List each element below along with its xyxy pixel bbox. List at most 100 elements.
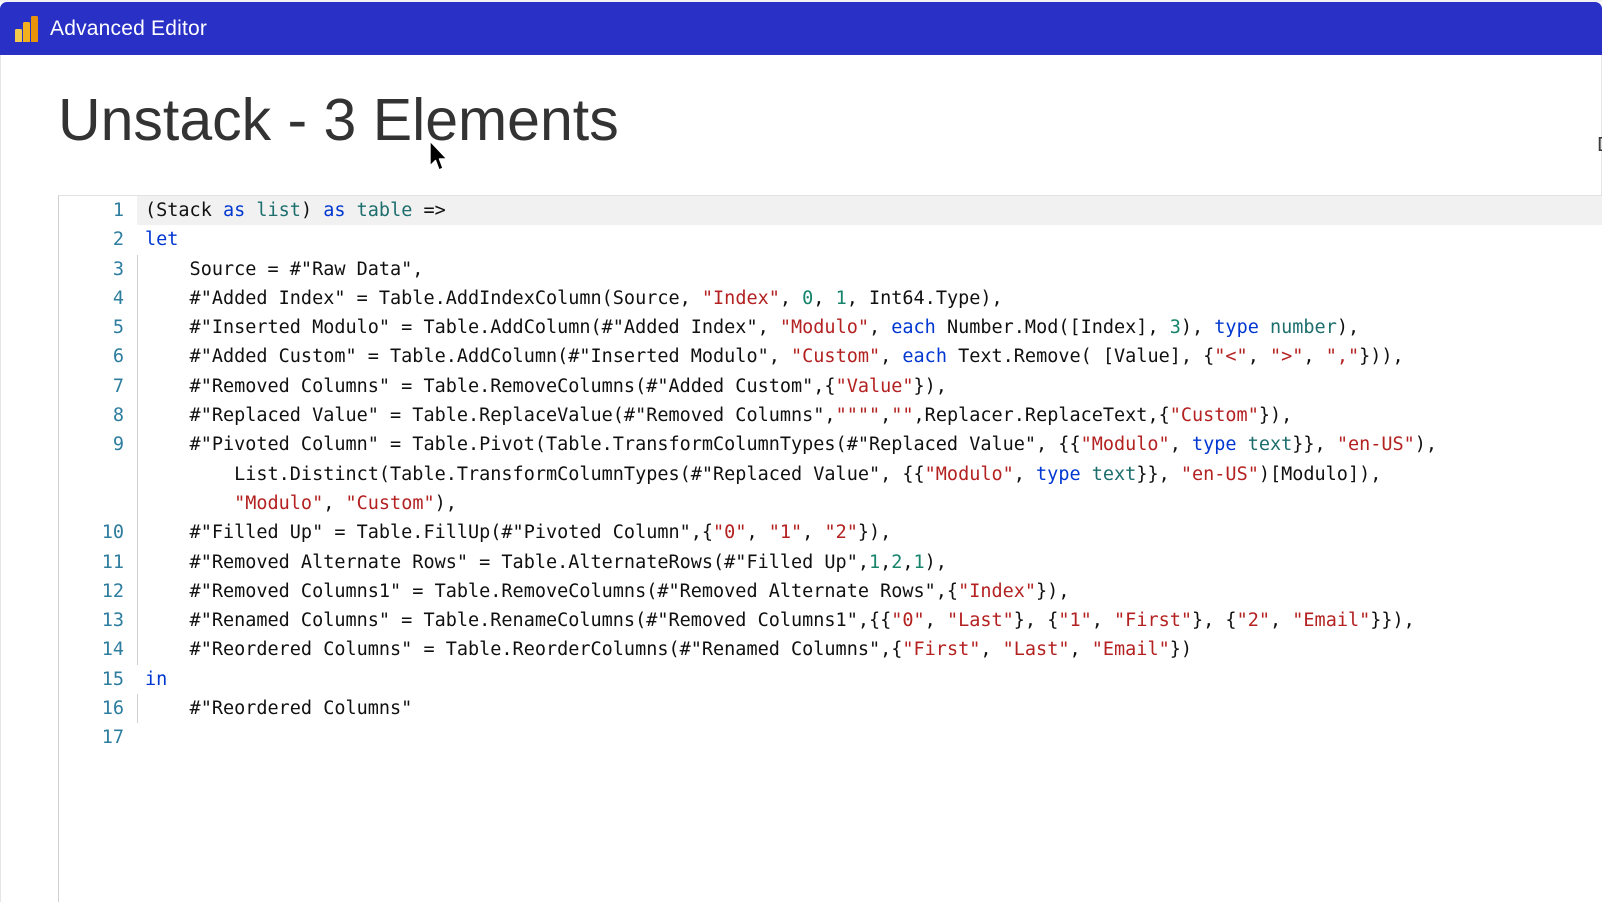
code-line[interactable]: 9 #"Pivoted Column" = Table.Pivot(Table.… bbox=[59, 430, 1602, 519]
code-line-text[interactable]: #"Removed Columns1" = Table.RemoveColumn… bbox=[137, 576, 1602, 607]
line-number: 6 bbox=[112, 346, 124, 368]
code-token: "Custom" bbox=[1169, 405, 1259, 427]
code-token: , bbox=[1069, 639, 1092, 661]
code-token: 1 bbox=[835, 287, 847, 309]
code-token: , bbox=[880, 405, 892, 427]
code-line[interactable]: 2 let bbox=[59, 225, 1602, 254]
code-line[interactable]: 17 bbox=[59, 723, 1602, 752]
code-token: "1" bbox=[768, 522, 803, 544]
code-token: "Email" bbox=[1292, 610, 1371, 632]
code-line[interactable]: 7 #"Removed Columns" = Table.RemoveColum… bbox=[59, 371, 1602, 402]
code-line-text[interactable] bbox=[137, 723, 1602, 752]
code-token: ), bbox=[434, 492, 457, 514]
code-token: "Modulo" bbox=[779, 317, 869, 339]
code-token: "Modulo" bbox=[924, 463, 1014, 485]
code-token: ), bbox=[1180, 317, 1215, 339]
code-token: number bbox=[1270, 317, 1337, 339]
display-options-link[interactable]: Dis bbox=[1597, 134, 1602, 157]
code-line[interactable]: 8 #"Replaced Value" = Table.ReplaceValue… bbox=[59, 401, 1602, 431]
code-line-text[interactable]: (Stack as list) as table => bbox=[137, 196, 1602, 226]
code-line[interactable]: 3 Source = #"Raw Data", bbox=[59, 254, 1602, 284]
logo-bar-2 bbox=[23, 21, 30, 42]
code-token: })), bbox=[1359, 346, 1404, 368]
code-token: table bbox=[356, 200, 413, 221]
code-line-text[interactable]: #"Reordered Columns" = Table.ReorderColu… bbox=[137, 635, 1602, 665]
page-title: Unstack - 3 Elements bbox=[58, 87, 619, 153]
line-number: 13 bbox=[101, 610, 124, 632]
code-token: 2 bbox=[891, 551, 903, 573]
code-line-text[interactable]: Source = #"Raw Data", bbox=[137, 254, 1602, 284]
code-line-text[interactable]: #"Replaced Value" = Table.ReplaceValue(#… bbox=[137, 401, 1602, 431]
code-token: , bbox=[813, 287, 836, 309]
line-number: 10 bbox=[101, 522, 124, 544]
code-token: "en-US" bbox=[1180, 463, 1259, 485]
code-editor-content[interactable]: 1 (Stack as list) as table => 2 let 3 Source… bbox=[59, 196, 1602, 902]
code-token: "First" bbox=[1114, 610, 1193, 632]
indent-guide bbox=[137, 576, 138, 607]
code-token: list bbox=[256, 200, 301, 221]
code-line[interactable]: 4 #"Added Index" = Table.AddIndexColumn(… bbox=[59, 283, 1602, 314]
line-number: 3 bbox=[112, 258, 124, 280]
code-line-text[interactable]: #"Added Custom" = Table.AddColumn(#"Inse… bbox=[137, 342, 1602, 372]
power-bi-logo-icon bbox=[15, 15, 39, 42]
code-line-text[interactable]: #"Pivoted Column" = Table.Pivot(Table.Tr… bbox=[137, 430, 1602, 519]
code-line[interactable]: 15 in bbox=[59, 665, 1602, 694]
code-token: , bbox=[1169, 434, 1192, 456]
code-token: ), bbox=[924, 551, 947, 573]
code-token: , bbox=[1270, 610, 1293, 632]
window-title: Advanced Editor bbox=[50, 16, 208, 40]
code-token: as bbox=[323, 200, 357, 221]
code-token: #"Removed Columns" = Table.RemoveColumns… bbox=[145, 375, 836, 397]
code-token: ">" bbox=[1269, 346, 1304, 368]
indent-guide bbox=[137, 401, 138, 431]
code-line-text[interactable]: let bbox=[137, 225, 1602, 254]
code-line-text[interactable]: #"Inserted Modulo" = Table.AddColumn(#"A… bbox=[137, 313, 1602, 343]
code-token: List.Distinct(Table.TransformColumnTypes… bbox=[234, 463, 925, 485]
code-line[interactable]: 14 #"Reordered Columns" = Table.ReorderC… bbox=[59, 635, 1602, 665]
code-token: 3 bbox=[1169, 317, 1181, 339]
code-line[interactable]: 6 #"Added Custom" = Table.AddColumn(#"In… bbox=[59, 342, 1602, 372]
code-token: "Custom" bbox=[791, 346, 881, 368]
code-line[interactable]: 10 #"Filled Up" = Table.FillUp(#"Pivoted… bbox=[59, 518, 1602, 548]
code-token: , bbox=[1303, 346, 1326, 368]
code-line[interactable]: 13 #"Renamed Columns" = Table.RenameColu… bbox=[59, 606, 1602, 636]
code-token: )[Modulo]), bbox=[1258, 463, 1382, 485]
code-token: type bbox=[1036, 463, 1092, 485]
code-token: , Int64.Type), bbox=[846, 287, 1003, 309]
logo-bar-1 bbox=[15, 28, 22, 42]
code-token: , bbox=[1091, 610, 1115, 632]
code-token: #"Filled Up" = Table.FillUp(#"Pivoted Co… bbox=[145, 522, 714, 544]
code-line-text[interactable]: #"Removed Columns" = Table.RemoveColumns… bbox=[137, 371, 1602, 402]
code-token: "0" bbox=[713, 522, 747, 544]
code-line-text[interactable]: #"Added Index" = Table.AddIndexColumn(So… bbox=[137, 283, 1602, 314]
code-line[interactable]: 1 (Stack as list) as table => bbox=[59, 196, 1602, 226]
code-token: Source = #"Raw Data", bbox=[145, 258, 424, 280]
code-token: , bbox=[880, 346, 903, 368]
code-token: "" bbox=[891, 405, 914, 427]
code-token: }), bbox=[857, 522, 892, 544]
code-line[interactable]: 11 #"Removed Alternate Rows" = Table.Alt… bbox=[59, 547, 1602, 577]
code-line-text[interactable]: #"Renamed Columns" = Table.RenameColumns… bbox=[137, 606, 1602, 636]
title-bar: Advanced Editor bbox=[0, 2, 1602, 55]
code-token: ), bbox=[1414, 434, 1438, 456]
code-token: "Modulo" bbox=[234, 492, 324, 514]
code-token: "Last" bbox=[946, 610, 1014, 632]
code-editor-panel[interactable]: 1 (Stack as list) as table => 2 let 3 Source… bbox=[58, 195, 1602, 902]
indent-guide bbox=[137, 371, 138, 402]
code-token: in bbox=[145, 668, 168, 690]
code-line[interactable]: 16 #"Reordered Columns" bbox=[59, 694, 1602, 724]
code-token: , bbox=[323, 492, 346, 514]
code-line-text[interactable]: #"Removed Alternate Rows" = Table.Altern… bbox=[137, 547, 1602, 577]
code-token: }}, bbox=[1292, 434, 1337, 456]
code-line-text[interactable]: #"Reordered Columns" bbox=[137, 694, 1602, 724]
code-token: """" bbox=[835, 405, 881, 427]
code-token: "2" bbox=[1236, 610, 1270, 632]
code-line-text[interactable]: #"Filled Up" = Table.FillUp(#"Pivoted Co… bbox=[137, 518, 1602, 548]
line-number: 4 bbox=[112, 287, 124, 309]
code-token: }}, bbox=[1136, 463, 1181, 485]
code-token: 1 bbox=[913, 551, 925, 573]
code-line-text[interactable]: in bbox=[137, 665, 1602, 694]
code-line[interactable]: 12 #"Removed Columns1" = Table.RemoveCol… bbox=[59, 576, 1602, 607]
code-token: "Value" bbox=[835, 375, 914, 397]
code-line[interactable]: 5 #"Inserted Modulo" = Table.AddColumn(#… bbox=[59, 313, 1602, 343]
